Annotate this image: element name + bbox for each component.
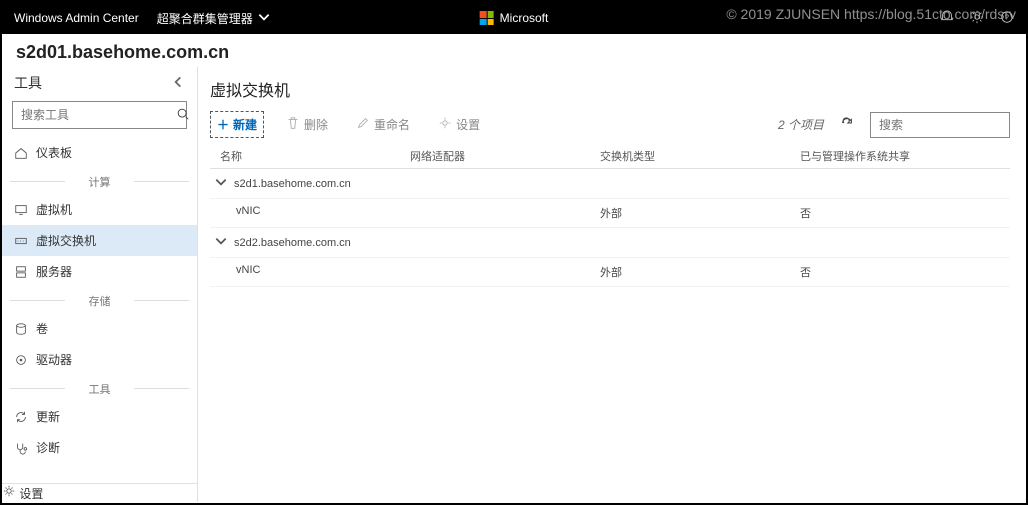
collapse-sidebar-icon[interactable] bbox=[171, 75, 185, 92]
sidebar-item-vswitch[interactable]: 虚拟交换机 bbox=[2, 225, 197, 256]
sidebar-item-dashboard[interactable]: 仪表板 bbox=[2, 137, 197, 168]
plus-icon: ＋ bbox=[217, 116, 229, 133]
group-row[interactable]: s2d2.basehome.com.cn bbox=[210, 228, 1010, 258]
sidebar-item-label: 服务器 bbox=[36, 263, 72, 280]
col-adapter[interactable]: 网络适配器 bbox=[410, 148, 600, 164]
sidebar-item-label: 驱动器 bbox=[36, 351, 72, 368]
sidebar-item-label: 诊断 bbox=[36, 439, 60, 456]
trash-icon bbox=[286, 116, 300, 133]
top-bar: Windows Admin Center 超聚合群集管理器 Microsoft … bbox=[2, 2, 1026, 34]
delete-label: 删除 bbox=[304, 116, 328, 133]
microsoft-icon bbox=[480, 11, 494, 25]
sidebar-item-label: 卷 bbox=[36, 320, 48, 337]
group-host: s2d2.basehome.com.cn bbox=[234, 237, 351, 249]
table-body: s2d1.basehome.com.cn vNIC 外部 否 s2d2.base… bbox=[210, 169, 1010, 287]
database-icon bbox=[14, 322, 28, 336]
sidebar-item-label: 设置 bbox=[19, 487, 43, 501]
stethoscope-icon bbox=[14, 441, 28, 455]
switch-icon bbox=[14, 234, 28, 248]
sidebar-nav: 仪表板 计算 虚拟机 虚拟交换机 服务器 存储 卷 驱动器 bbox=[2, 137, 197, 483]
chevron-down-icon bbox=[257, 10, 271, 27]
manager-dropdown[interactable]: 超聚合群集管理器 bbox=[157, 10, 271, 27]
sidebar-item-vm[interactable]: 虚拟机 bbox=[2, 194, 197, 225]
sidebar-group-compute: 计算 bbox=[2, 168, 197, 194]
chevron-down-icon bbox=[214, 175, 228, 192]
delete-button[interactable]: 删除 bbox=[280, 112, 334, 137]
new-label: 新建 bbox=[233, 116, 257, 133]
sidebar-item-volumes[interactable]: 卷 bbox=[2, 313, 197, 344]
main-search-input[interactable] bbox=[879, 118, 1028, 132]
cell-name: vNIC bbox=[210, 205, 410, 221]
sidebar-search-input[interactable] bbox=[21, 108, 176, 122]
settings-button[interactable]: 设置 bbox=[432, 112, 486, 137]
cell-share: 否 bbox=[800, 264, 1010, 280]
manager-label: 超聚合群集管理器 bbox=[157, 10, 253, 27]
cell-adapter bbox=[410, 264, 600, 280]
cell-type: 外部 bbox=[600, 264, 800, 280]
pencil-icon bbox=[356, 116, 370, 133]
table-header: 名称 网络适配器 交换机类型 已与管理操作系统共享 bbox=[210, 144, 1010, 169]
sidebar-group-tools: 工具 bbox=[2, 375, 197, 401]
col-share[interactable]: 已与管理操作系统共享 bbox=[800, 148, 1010, 164]
sidebar-bottom: 设置 bbox=[2, 483, 197, 502]
drive-icon bbox=[14, 353, 28, 367]
sidebar-item-diagnostics[interactable]: 诊断 bbox=[2, 432, 197, 463]
sidebar: 工具 仪表板 计算 虚拟机 虚拟交换机 服务器 bbox=[2, 67, 198, 502]
group-row[interactable]: s2d1.basehome.com.cn bbox=[210, 169, 1010, 199]
sidebar-item-settings[interactable]: 设置 bbox=[2, 484, 197, 502]
update-icon bbox=[14, 410, 28, 424]
rename-label: 重命名 bbox=[374, 116, 410, 133]
table-row[interactable]: vNIC 外部 否 bbox=[210, 199, 1010, 228]
table-row[interactable]: vNIC 外部 否 bbox=[210, 258, 1010, 287]
cell-adapter bbox=[410, 205, 600, 221]
microsoft-logo: Microsoft bbox=[480, 11, 549, 25]
host-title: s2d01.basehome.com.cn bbox=[2, 34, 1026, 67]
microsoft-label: Microsoft bbox=[500, 11, 549, 25]
home-icon bbox=[14, 146, 28, 160]
cell-type: 外部 bbox=[600, 205, 800, 221]
item-count: 2 个项目 bbox=[778, 116, 824, 133]
toolbar: ＋ 新建 删除 重命名 设置 2 个项目 bbox=[210, 111, 1010, 138]
gear-icon[interactable] bbox=[970, 10, 984, 27]
notifications-icon[interactable] bbox=[940, 10, 954, 27]
sidebar-item-updates[interactable]: 更新 bbox=[2, 401, 197, 432]
sidebar-item-label: 仪表板 bbox=[36, 144, 72, 161]
product-name: Windows Admin Center bbox=[14, 11, 139, 25]
sidebar-header: 工具 bbox=[2, 67, 197, 101]
cell-name: vNIC bbox=[210, 264, 410, 280]
monitor-icon bbox=[14, 203, 28, 217]
search-icon bbox=[176, 107, 190, 124]
server-icon bbox=[14, 265, 28, 279]
settings-label: 设置 bbox=[456, 116, 480, 133]
sidebar-title: 工具 bbox=[14, 73, 42, 93]
rename-button[interactable]: 重命名 bbox=[350, 112, 416, 137]
sidebar-search[interactable] bbox=[12, 101, 187, 129]
group-host: s2d1.basehome.com.cn bbox=[234, 178, 351, 190]
gear-icon bbox=[438, 116, 452, 133]
main-panel: 虚拟交换机 ＋ 新建 删除 重命名 设置 2 个项目 bbox=[198, 67, 1026, 502]
col-type[interactable]: 交换机类型 bbox=[600, 148, 800, 164]
sidebar-item-drives[interactable]: 驱动器 bbox=[2, 344, 197, 375]
help-icon[interactable]: ? bbox=[1000, 10, 1014, 27]
topbar-right-icons: ? bbox=[940, 10, 1014, 27]
sidebar-item-servers[interactable]: 服务器 bbox=[2, 256, 197, 287]
sidebar-item-label: 虚拟交换机 bbox=[36, 232, 96, 249]
cell-share: 否 bbox=[800, 205, 1010, 221]
sidebar-group-storage: 存储 bbox=[2, 287, 197, 313]
chevron-down-icon bbox=[214, 234, 228, 251]
sidebar-item-label: 虚拟机 bbox=[36, 201, 72, 218]
col-name[interactable]: 名称 bbox=[210, 148, 410, 164]
refresh-button[interactable] bbox=[840, 116, 854, 133]
page-title: 虚拟交换机 bbox=[210, 77, 1010, 101]
gear-icon bbox=[2, 487, 16, 501]
main-search[interactable] bbox=[870, 112, 1010, 138]
svg-text:?: ? bbox=[1005, 14, 1009, 21]
sidebar-item-label: 更新 bbox=[36, 408, 60, 425]
new-button[interactable]: ＋ 新建 bbox=[210, 111, 264, 138]
